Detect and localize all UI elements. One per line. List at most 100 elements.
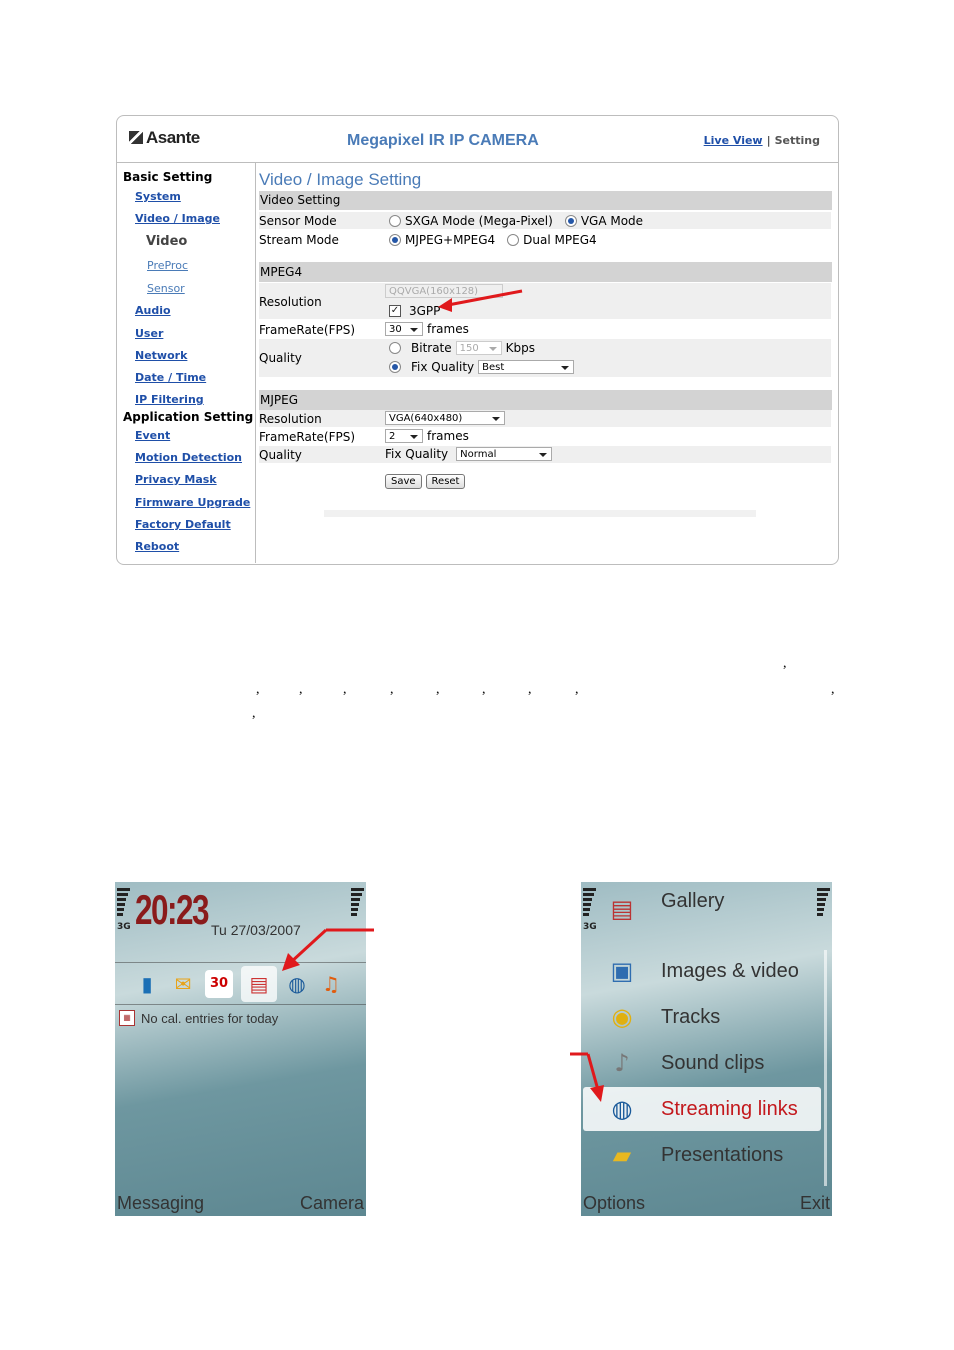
gallery-icon: ▤ bbox=[610, 895, 634, 923]
mpeg4-resolution-row bbox=[259, 283, 831, 319]
sound-clips-icon: ♪ bbox=[614, 1049, 630, 1077]
mjpeg-quality-field: Fix Quality Normal bbox=[385, 447, 553, 461]
mpeg4-heading: MPEG4 bbox=[259, 262, 832, 282]
comma-mark: , bbox=[575, 682, 579, 697]
reset-button[interactable]: Reset bbox=[425, 474, 466, 489]
mjpeg-heading: MJPEG bbox=[259, 390, 832, 410]
camera-softkey[interactable]: Camera bbox=[300, 1193, 364, 1214]
gallery-icon[interactable]: ▤ bbox=[241, 966, 277, 1002]
menu-gallery-title: Gallery bbox=[661, 890, 725, 912]
comma-mark: , bbox=[343, 682, 347, 697]
options-softkey[interactable]: Options bbox=[583, 1193, 645, 1214]
mjpeg-frames-unit: frames bbox=[427, 429, 469, 443]
images-video-icon: ▣ bbox=[610, 957, 634, 985]
sidebar-item-sensor[interactable]: Sensor bbox=[147, 282, 185, 295]
comma-mark: , bbox=[252, 706, 256, 721]
signal-strength-icon bbox=[117, 888, 130, 918]
sidebar-item-date-time[interactable]: Date / Time bbox=[135, 371, 206, 384]
sidebar-item-privacy-mask[interactable]: Privacy Mask bbox=[135, 473, 217, 486]
comma-mark: , bbox=[783, 656, 787, 671]
signal-strength-icon bbox=[583, 888, 596, 918]
presentations-icon: ▰ bbox=[612, 1141, 632, 1169]
sidebar-item-factory-default[interactable]: Factory Default bbox=[135, 518, 231, 531]
menu-item-streaming-links[interactable]: Streaming links bbox=[661, 1098, 798, 1121]
camera-header: Asante Megapixel IR IP CAMERA Live View |… bbox=[117, 116, 838, 163]
asante-logo: Asante bbox=[129, 128, 200, 148]
bitrate-radio[interactable] bbox=[389, 342, 401, 354]
tracks-icon: ◉ bbox=[611, 1003, 633, 1031]
form-buttons: Save Reset bbox=[385, 474, 469, 489]
mjpeg-fix-quality-select[interactable]: Normal bbox=[456, 447, 553, 461]
sidebar-item-event[interactable]: Event bbox=[135, 429, 170, 442]
sidebar-item-network[interactable]: Network bbox=[135, 349, 187, 362]
vertical-scrollbar[interactable] bbox=[824, 950, 827, 1186]
settings-sidebar: Basic Setting System Video / Image Video… bbox=[117, 163, 256, 563]
mjpeg-resolution-field: VGA(640x480) bbox=[385, 411, 505, 425]
sensor-mode-label: Sensor Mode bbox=[259, 214, 337, 228]
page-title: Video / Image Setting bbox=[259, 170, 422, 189]
sidebar-item-reboot[interactable]: Reboot bbox=[135, 540, 179, 553]
divider bbox=[115, 1004, 366, 1005]
mjpeg-mpeg4-label: MJPEG+MPEG4 bbox=[405, 233, 496, 247]
3gpp-checkbox[interactable]: ✓ bbox=[389, 305, 401, 317]
sxga-radio[interactable] bbox=[389, 215, 401, 227]
messaging-icon[interactable]: ✉ bbox=[169, 970, 197, 998]
live-view-link[interactable]: Live View bbox=[704, 134, 763, 147]
comma-mark: , bbox=[299, 682, 303, 697]
comma-mark: , bbox=[528, 682, 532, 697]
mjpeg-resolution-label: Resolution bbox=[259, 412, 322, 426]
mpeg4-framerate-field: 30 frames bbox=[385, 322, 469, 336]
bitrate-select[interactable]: 150 bbox=[455, 341, 502, 355]
camera-title: Megapixel IR IP CAMERA bbox=[347, 132, 539, 149]
dual-mpeg4-label: Dual MPEG4 bbox=[523, 233, 597, 247]
sensor-mode-group: SXGA Mode (Mega-Pixel) VGA Mode bbox=[389, 214, 643, 228]
sxga-label: SXGA Mode (Mega-Pixel) bbox=[405, 214, 553, 228]
mjpeg-resolution-select[interactable]: VGA(640x480) bbox=[385, 411, 505, 425]
header-separator: | bbox=[766, 134, 771, 147]
menu-item-sound-clips[interactable]: Sound clips bbox=[661, 1052, 764, 1075]
exit-softkey[interactable]: Exit bbox=[800, 1193, 830, 1214]
calendar-small-icon: ▦ bbox=[119, 1010, 135, 1026]
contacts-icon[interactable]: ▮ bbox=[133, 970, 161, 998]
arrow-3gpp-annotation bbox=[438, 289, 523, 312]
mjpeg-framerate-select[interactable]: 2 bbox=[385, 429, 423, 443]
arrow-streaming-annotation bbox=[570, 1052, 604, 1102]
mjpeg-mpeg4-radio[interactable] bbox=[389, 234, 401, 246]
messaging-softkey[interactable]: Messaging bbox=[117, 1193, 204, 1214]
mpeg4-quality-label: Quality bbox=[259, 351, 302, 365]
mjpeg-fix-quality-label: Fix Quality bbox=[385, 447, 449, 461]
mpeg4-resolution-label: Resolution bbox=[259, 295, 322, 309]
save-button[interactable]: Save bbox=[385, 474, 422, 489]
mjpeg-resolution-row bbox=[259, 410, 831, 427]
calendar-icon[interactable]: 30 bbox=[205, 970, 233, 998]
sidebar-item-system[interactable]: System bbox=[135, 190, 181, 203]
sidebar-item-user[interactable]: User bbox=[135, 327, 163, 340]
mpeg4-frames-unit: frames bbox=[427, 322, 469, 336]
sidebar-item-ip-filtering[interactable]: IP Filtering bbox=[135, 393, 204, 406]
dual-mpeg4-radio[interactable] bbox=[507, 234, 520, 246]
mpeg4-framerate-label: FrameRate(FPS) bbox=[259, 323, 356, 337]
header-links: Live View | Setting bbox=[704, 134, 820, 147]
bitrate-option: Bitrate 150 Kbps bbox=[389, 341, 535, 355]
stream-mode-label: Stream Mode bbox=[259, 233, 339, 247]
fix-quality-radio[interactable] bbox=[389, 361, 401, 373]
menu-item-presentations[interactable]: Presentations bbox=[661, 1144, 783, 1167]
sidebar-item-firmware-upgrade[interactable]: Firmware Upgrade bbox=[135, 496, 250, 509]
camera-settings-window: Asante Megapixel IR IP CAMERA Live View |… bbox=[116, 115, 839, 565]
setting-link[interactable]: Setting bbox=[775, 134, 820, 147]
phone-gallery-screen: 3G ▤ Gallery ▣ Images & video ◉ Tracks ♪… bbox=[581, 882, 832, 1216]
comma-mark: , bbox=[831, 682, 835, 697]
sidebar-item-audio[interactable]: Audio bbox=[135, 304, 171, 317]
video-setting-heading: Video Setting bbox=[259, 191, 832, 210]
sidebar-item-preproc[interactable]: PreProc bbox=[147, 259, 188, 272]
bitrate-label: Bitrate bbox=[411, 341, 452, 355]
menu-item-tracks[interactable]: Tracks bbox=[661, 1006, 720, 1029]
horizontal-scrollbar[interactable] bbox=[324, 510, 756, 517]
menu-item-images-video[interactable]: Images & video bbox=[661, 960, 799, 983]
vga-radio[interactable] bbox=[564, 215, 577, 227]
mpeg4-framerate-select[interactable]: 30 bbox=[385, 322, 423, 336]
mpeg4-fix-quality-select[interactable]: Best bbox=[478, 360, 575, 374]
fix-quality-label: Fix Quality bbox=[411, 360, 475, 374]
sidebar-item-motion-detection[interactable]: Motion Detection bbox=[135, 451, 242, 464]
sidebar-item-video-image[interactable]: Video / Image bbox=[135, 212, 220, 225]
